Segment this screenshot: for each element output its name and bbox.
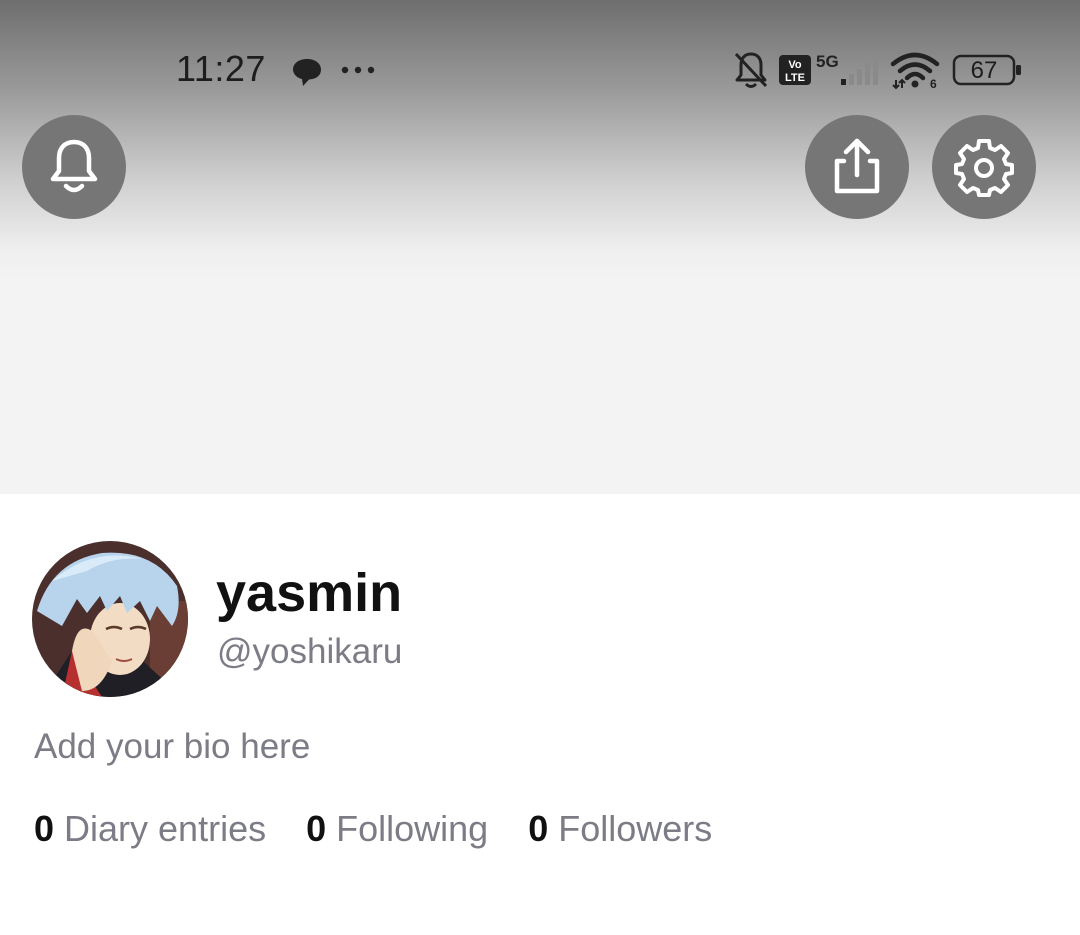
bio-placeholder[interactable]: Add your bio here [34,725,310,769]
stat-count: 0 [306,808,327,849]
gear-icon [954,139,1014,197]
stat-count: 0 [528,808,549,849]
svg-text:5G: 5G [816,52,839,71]
bell-off-icon [734,52,768,88]
volte-icon: Vo LTE [779,55,811,85]
stat-label: Followers [558,808,713,849]
username-handle: @yoshikaru [217,632,403,671]
wifi-icon: 6 [890,52,940,90]
status-time: 11:27 [176,48,266,89]
battery-level: 67 [970,57,998,84]
avatar[interactable] [32,541,188,697]
signal-5g-icon: 5G [816,52,878,85]
display-name: yasmin [216,563,403,623]
svg-text:LTE: LTE [785,72,805,84]
share-icon [834,138,880,194]
svg-text:Vo: Vo [788,59,802,71]
bell-icon [50,139,98,193]
stat-label: Diary entries [64,808,267,849]
profile-stats: 0 Diary entries 0 Following 0 Followers [34,807,712,851]
stat-label: Following [336,808,489,849]
svg-text:6: 6 [930,77,937,90]
stat-following[interactable]: 0 Following [306,807,488,851]
stat-followers[interactable]: 0 Followers [528,807,712,851]
stat-count: 0 [34,808,55,849]
settings-button[interactable] [932,115,1036,219]
share-button[interactable] [805,115,909,219]
chat-bubble-icon [293,59,321,86]
stat-diary-entries[interactable]: 0 Diary entries [34,807,266,851]
notifications-button[interactable] [22,115,126,219]
more-dots-icon [341,66,375,74]
